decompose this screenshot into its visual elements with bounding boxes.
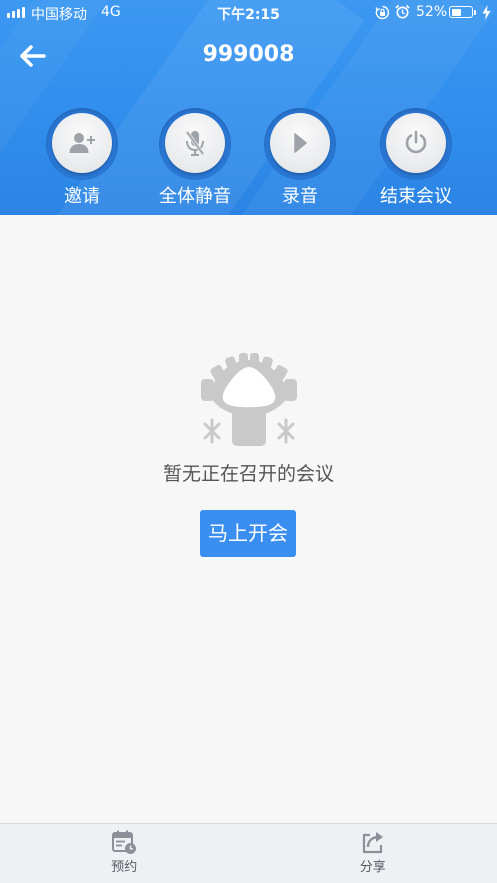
end-meeting-button-ring[interactable] (380, 108, 452, 180)
mute-all-button-label: 全体静音 (159, 186, 231, 207)
tab-schedule[interactable]: 预约 (0, 824, 249, 883)
mute-all-button-ring[interactable] (159, 108, 231, 180)
calendar-schedule-icon (112, 830, 137, 854)
battery-fill (451, 8, 461, 16)
battery-percentage: 52% (416, 4, 448, 20)
mute-all-button[interactable]: 全体静音 (135, 106, 255, 212)
empty-message: 暂无正在召开的会议 (162, 463, 334, 485)
back-button[interactable] (14, 38, 50, 74)
record-button[interactable]: 录音 (240, 106, 360, 212)
end-meeting-button-label: 结束会议 (380, 186, 452, 207)
share-icon (362, 832, 383, 854)
charging-bolt-icon (482, 5, 491, 20)
play-icon (294, 133, 307, 153)
status-bar: 中国移动 4G 下午2:15 52% (0, 0, 497, 26)
tab-share-label: 分享 (359, 860, 386, 875)
battery-cap (474, 10, 476, 15)
rotation-lock-icon (375, 5, 390, 20)
invite-button-ring[interactable] (46, 108, 118, 180)
end-meeting-button[interactable]: 结束会议 (356, 106, 476, 212)
conference-table-icon (201, 353, 297, 446)
page-title: 999008 (202, 42, 295, 67)
record-button-label: 录音 (282, 186, 318, 207)
start-meeting-button[interactable]: 马上开会 (200, 510, 296, 557)
record-button-circle[interactable] (270, 113, 330, 173)
invite-button[interactable]: 邀请 (22, 106, 142, 212)
invite-button-circle[interactable] (52, 113, 112, 173)
mute-microphone-icon (185, 130, 205, 156)
invite-user-icon (69, 133, 95, 153)
tab-schedule-label: 预约 (111, 860, 138, 875)
header: 中国移动 4G 下午2:15 52% 999008 邀请 全体静音 录音 结束会… (0, 0, 497, 215)
invite-button-label: 邀请 (64, 186, 100, 207)
record-button-ring[interactable] (264, 108, 336, 180)
mute-all-button-circle[interactable] (165, 113, 225, 173)
end-meeting-button-circle[interactable] (386, 113, 446, 173)
tab-bar: 预约 分享 (0, 823, 497, 883)
back-arrow-icon (20, 45, 46, 67)
battery-icon (449, 6, 473, 18)
alarm-clock-icon (395, 4, 410, 19)
power-icon (405, 130, 427, 154)
tab-share[interactable]: 分享 (249, 824, 497, 883)
